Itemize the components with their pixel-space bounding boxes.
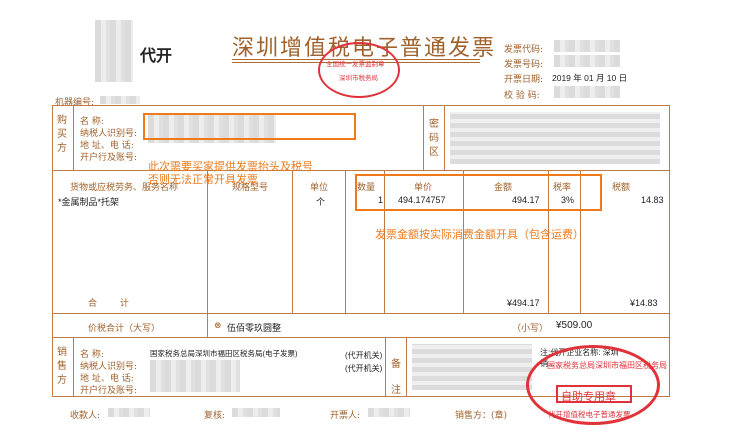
- buyer-section-label: 购买方: [57, 115, 67, 154]
- seal-bottom-center-text: 自助专用章: [561, 390, 616, 403]
- redacted-block: [554, 86, 620, 98]
- redacted-block: [554, 55, 620, 67]
- total-label: 合 计: [88, 299, 129, 309]
- invoice-date-label: 开票日期:: [504, 75, 544, 85]
- redacted-block: [95, 20, 133, 82]
- buyer-highlight-box: [143, 113, 356, 140]
- agency-label-1: (代开机关): [345, 351, 383, 360]
- seal-bottom-inner-text: 代开增值税电子普通发票: [548, 410, 631, 419]
- seller-section-label: 销售方: [57, 347, 67, 386]
- daikai-label: 代开: [140, 48, 173, 65]
- col-tax-header: 税额: [612, 183, 631, 193]
- total-tax: ¥14.83: [630, 298, 658, 308]
- item-name: *金属制品*托架: [58, 197, 120, 207]
- redacted-block: [450, 112, 660, 164]
- price-tax-total-label: 价税合计（大写）: [88, 324, 161, 334]
- redacted-block: [368, 408, 410, 417]
- seller-name-value: 国家税务总局深圳市福田区税务局(电子发票): [150, 349, 298, 358]
- seal-top-inner-text: 全国统一发票监制章: [326, 60, 385, 68]
- circle-x-icon: ⊗: [214, 321, 222, 331]
- col-spec-header: 规格型号: [232, 183, 269, 193]
- payee-label: 收款人:: [70, 411, 101, 421]
- buyer-bank-label: 开户行及账号:: [80, 153, 138, 163]
- total-amount: ¥494.17: [507, 298, 540, 308]
- seller-bank-label: 开户行及账号:: [80, 386, 138, 396]
- seal-bottom-outer-text: 国家税务总局深圳市福田区税务局: [547, 361, 667, 370]
- drawer-label: 开票人:: [330, 411, 361, 421]
- check-code-label: 校 验 码:: [504, 91, 540, 101]
- redacted-block: [150, 360, 240, 392]
- invoice-number-label: 发票号码:: [504, 60, 544, 70]
- remark-label: 备注: [391, 359, 401, 396]
- price-highlight-box: [355, 174, 602, 211]
- amount-small-value: ¥509.00: [556, 320, 593, 331]
- item-unit: 个: [316, 197, 326, 207]
- cipher-area-label: 密码区: [429, 119, 439, 158]
- redacted-block: [232, 408, 280, 417]
- redacted-block: [554, 40, 620, 52]
- item-tax: 14.83: [641, 195, 664, 205]
- seal-top-outer-text: 深圳市税务局: [339, 74, 378, 82]
- redacted-block: [108, 408, 150, 417]
- col-name-header: 货物或应税劳务、服务名称: [70, 183, 179, 193]
- invoice-date-value: 2019 年 01 月 10 日: [552, 73, 628, 83]
- seller-stamp-label: 销售方：(章): [455, 411, 508, 421]
- supervision-seal: [318, 42, 400, 98]
- review-label: 复核:: [204, 411, 226, 421]
- amount-small-label: （小写）: [512, 324, 549, 334]
- redacted-block: [412, 344, 532, 390]
- note-invoice-amount: 发票金额按实际消费金额开具（包含运费）: [375, 228, 584, 241]
- redacted-block: [100, 96, 140, 104]
- agency-label-2: (代开机关): [345, 364, 383, 373]
- col-unit-header: 单位: [310, 183, 329, 193]
- invoice-code-label: 发票代码:: [504, 45, 544, 55]
- amount-in-words: 伍佰零玖圆整: [227, 323, 282, 333]
